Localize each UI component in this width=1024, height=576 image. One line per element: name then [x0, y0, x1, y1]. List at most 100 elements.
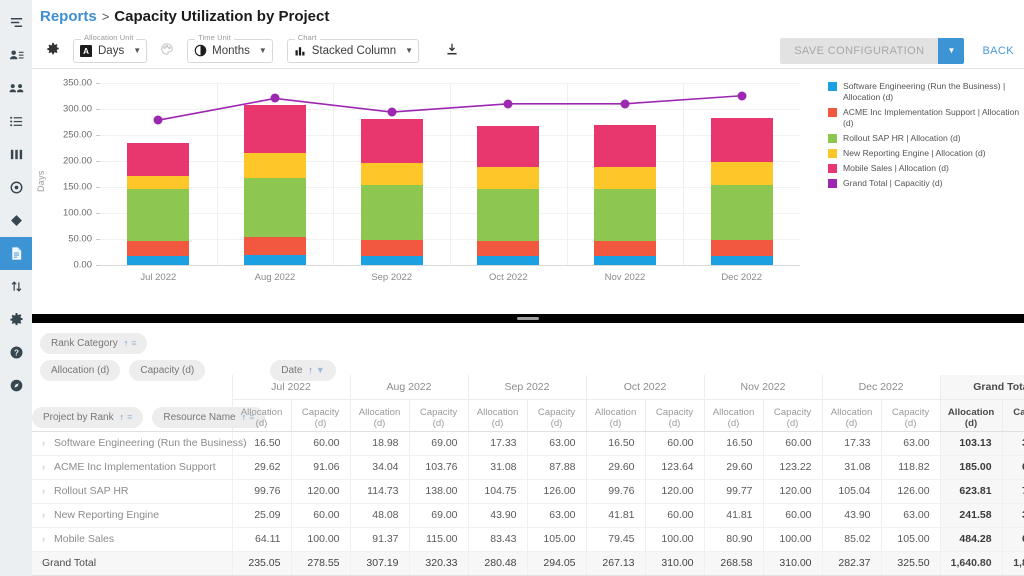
table-measure-header[interactable]: Capacity(d): [645, 399, 704, 431]
chart-line-point[interactable]: [737, 91, 746, 100]
chart-line-point[interactable]: [387, 108, 396, 117]
chart-bar-segment[interactable]: [594, 167, 656, 189]
filter-icon[interactable]: ▼: [316, 365, 325, 375]
table-measure-header[interactable]: Capacity(d): [291, 399, 350, 431]
chart-bar-segment[interactable]: [477, 126, 539, 167]
time-unit-select[interactable]: Time Unit Months ▼: [187, 39, 273, 63]
filter-icon[interactable]: ≡: [127, 412, 132, 422]
table-measure-header[interactable]: Capacity(d): [409, 399, 468, 431]
chip-rank-category[interactable]: Rank Category↑≡: [40, 333, 147, 354]
chart-bar-segment[interactable]: [127, 256, 189, 265]
sidebar-item-transfer[interactable]: [0, 270, 32, 303]
sidebar-item-target[interactable]: [0, 171, 32, 204]
sidebar-item-menu-collapse[interactable]: [0, 6, 32, 39]
chart-bar-segment[interactable]: [244, 105, 306, 153]
table-month-header[interactable]: Nov 2022: [704, 375, 822, 399]
save-configuration-dropdown-button[interactable]: ▼: [938, 38, 964, 64]
sidebar-item-diamond[interactable]: [0, 204, 32, 237]
allocation-unit-select[interactable]: Allocation Unit A Days ▼: [73, 39, 147, 63]
table-measure-header[interactable]: Allocation(d): [940, 399, 1002, 431]
expand-icon[interactable]: ›: [42, 462, 45, 472]
legend-item[interactable]: New Reporting Engine | Allocation (d): [828, 148, 1024, 159]
table-measure-header[interactable]: Allocation(d): [350, 399, 409, 431]
table-row[interactable]: ›Software Engineering (Run the Business)…: [32, 431, 1024, 455]
legend-item[interactable]: Rollout SAP HR | Allocation (d): [828, 133, 1024, 144]
chart-bar-segment[interactable]: [127, 143, 189, 176]
table-row[interactable]: ›ACME Inc Implementation Support29.6291.…: [32, 455, 1024, 479]
expand-icon[interactable]: ›: [42, 438, 45, 448]
chart-bar-segment[interactable]: [361, 240, 423, 256]
legend-item[interactable]: Software Engineering (Run the Business) …: [828, 81, 1024, 103]
table-measure-header[interactable]: Capacity(d): [1002, 399, 1024, 431]
table-month-header[interactable]: Dec 2022: [822, 375, 940, 399]
chart-bar-segment[interactable]: [711, 240, 773, 256]
table-measure-header[interactable]: Allocation(d): [704, 399, 763, 431]
chart-bar-segment[interactable]: [244, 255, 306, 265]
sidebar-item-teams[interactable]: [0, 72, 32, 105]
expand-icon[interactable]: ›: [42, 534, 45, 544]
chart-line-point[interactable]: [271, 94, 280, 103]
expand-icon[interactable]: ›: [42, 510, 45, 520]
chart-line-point[interactable]: [154, 116, 163, 125]
chart-bar-segment[interactable]: [711, 185, 773, 240]
chart-bar-segment[interactable]: [127, 189, 189, 241]
chart-bar-segment[interactable]: [477, 241, 539, 256]
legend-item[interactable]: Mobile Sales | Allocation (d): [828, 163, 1024, 174]
save-configuration-button[interactable]: SAVE CONFIGURATION: [780, 38, 938, 64]
chart-bar-segment[interactable]: [711, 118, 773, 162]
table-measure-header[interactable]: Allocation(d): [586, 399, 645, 431]
toolbar-palette-button[interactable]: [154, 38, 180, 64]
chart-bar-segment[interactable]: [594, 189, 656, 241]
table-measure-header[interactable]: Capacity(d): [881, 399, 940, 431]
table-row-name[interactable]: ›Software Engineering (Run the Business): [32, 431, 232, 455]
expand-icon[interactable]: ›: [42, 486, 45, 496]
table-month-header[interactable]: Jul 2022: [232, 375, 350, 399]
table-measure-header[interactable]: Capacity(d): [763, 399, 822, 431]
legend-item[interactable]: Grand Total | Capacitiy (d): [828, 178, 1024, 189]
toolbar-settings-button[interactable]: [40, 38, 66, 64]
back-button[interactable]: BACK: [982, 45, 1014, 57]
chart-bar-segment[interactable]: [244, 153, 306, 178]
chart-bar-segment[interactable]: [477, 189, 539, 241]
table-row-name[interactable]: ›Mobile Sales: [32, 527, 232, 551]
table-row-name[interactable]: ›Rollout SAP HR: [32, 479, 232, 503]
chart-bar-segment[interactable]: [477, 256, 539, 265]
chart-bar-segment[interactable]: [361, 163, 423, 186]
chart-line-point[interactable]: [621, 99, 630, 108]
panel-splitter[interactable]: [32, 314, 1024, 323]
sidebar-item-help[interactable]: ?: [0, 336, 32, 369]
sidebar-item-settings[interactable]: [0, 303, 32, 336]
chart-bar-segment[interactable]: [244, 237, 306, 255]
sidebar-item-compass[interactable]: [0, 369, 32, 402]
sort-ascending-icon[interactable]: ↑: [308, 365, 313, 375]
table-measure-header[interactable]: Allocation(d): [822, 399, 881, 431]
breadcrumb-reports-link[interactable]: Reports: [40, 8, 97, 25]
table-row-name[interactable]: ›ACME Inc Implementation Support: [32, 455, 232, 479]
table-month-header[interactable]: Oct 2022: [586, 375, 704, 399]
chart-type-select[interactable]: Chart Stacked Column ▼: [287, 39, 419, 63]
download-button[interactable]: [439, 38, 465, 64]
chip-dimension[interactable]: Project by Rank↑≡: [32, 407, 143, 428]
table-row[interactable]: ›Mobile Sales64.11100.0091.37115.0083.43…: [32, 527, 1024, 551]
sort-ascending-icon[interactable]: ↑: [124, 338, 129, 348]
chart-bar-segment[interactable]: [594, 125, 656, 167]
sidebar-item-resources[interactable]: [0, 39, 32, 72]
chart-bar-segment[interactable]: [244, 178, 306, 238]
table-month-header[interactable]: Grand Total: [940, 375, 1024, 399]
chart-bar-segment[interactable]: [477, 167, 539, 189]
sidebar-item-list[interactable]: [0, 105, 32, 138]
table-measure-header[interactable]: Capacity(d): [527, 399, 586, 431]
table-measure-header[interactable]: Allocation(d): [468, 399, 527, 431]
chart-bar-segment[interactable]: [594, 256, 656, 265]
table-row-name[interactable]: ›New Reporting Engine: [32, 503, 232, 527]
splitter-handle[interactable]: [517, 317, 539, 320]
sidebar-item-board[interactable]: [0, 138, 32, 171]
sidebar-item-reports[interactable]: [0, 237, 32, 270]
legend-item[interactable]: ACME Inc Implementation Support | Alloca…: [828, 107, 1024, 129]
filter-icon[interactable]: ≡: [131, 338, 136, 348]
chart-bar-segment[interactable]: [711, 162, 773, 185]
chart-bar-segment[interactable]: [127, 176, 189, 189]
table-row[interactable]: ›Rollout SAP HR99.76120.00114.73138.0010…: [32, 479, 1024, 503]
chart-line-point[interactable]: [504, 99, 513, 108]
chart-bar-segment[interactable]: [711, 256, 773, 265]
